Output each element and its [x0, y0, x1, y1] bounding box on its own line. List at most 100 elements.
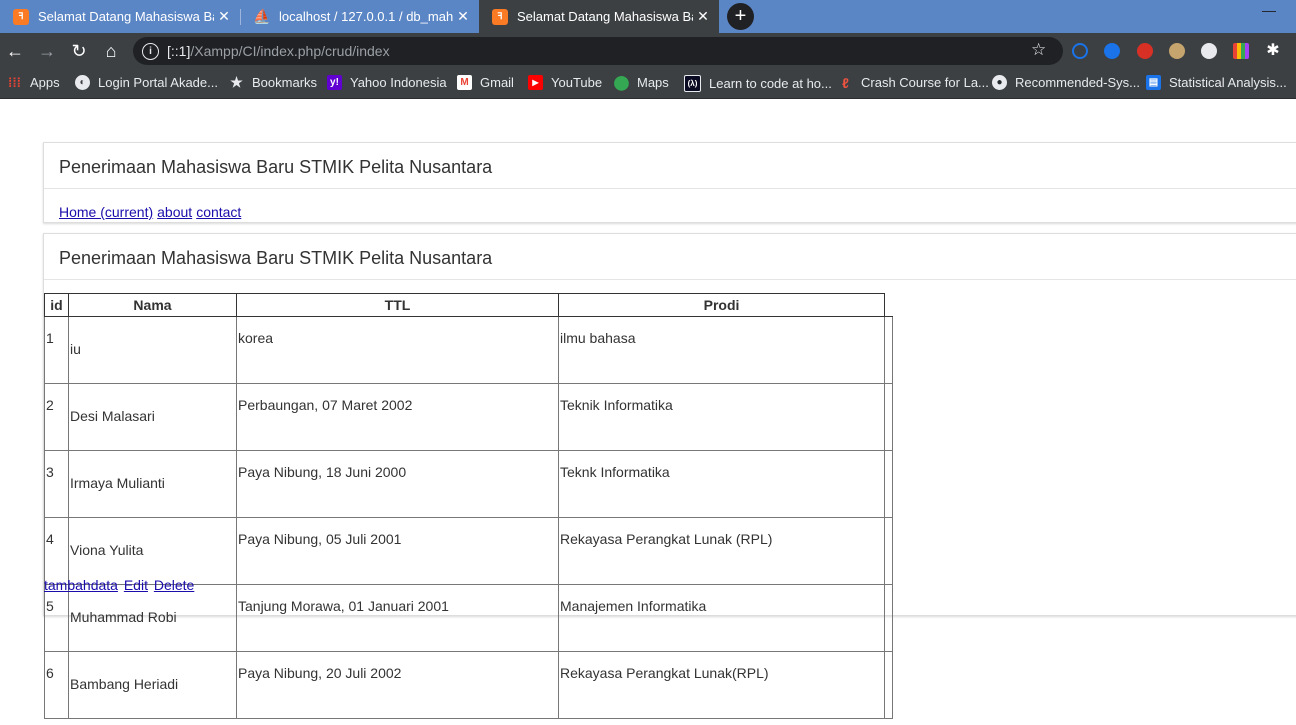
bookmark-apps[interactable]: ⁞⁞⁞ Apps	[7, 75, 60, 90]
nav-link-contact[interactable]: contact	[196, 204, 241, 220]
cell-id: 1	[44, 316, 69, 384]
browser-tab-active[interactable]: ꟻ Selamat Datang Mahasiswa Baru ✕	[479, 0, 719, 33]
table-actions: tambahdata Edit Delete	[44, 577, 196, 593]
table-row: 5 Muhammad Robi Tanjung Morawa, 01 Janua…	[44, 584, 893, 652]
extension-icon[interactable]	[1072, 43, 1088, 59]
url-path: /Xampp/CI/index.php/crud/index	[190, 43, 390, 59]
extension-icon[interactable]	[1201, 43, 1217, 59]
column-header-nama: Nama	[68, 293, 237, 317]
table-row: 1 iu korea ilmu bahasa	[44, 316, 893, 384]
student-table: id Nama TTL Prodi 1 iu korea ilmu bahasa…	[44, 293, 893, 719]
forward-arrow-icon[interactable]: →	[36, 40, 58, 62]
bookmark-star-icon[interactable]: ☆	[1031, 40, 1046, 60]
address-bar[interactable]: i [::1]/Xampp/CI/index.php/crud/index ☆	[133, 37, 1063, 65]
cell-nama: Irmaya Mulianti	[68, 450, 237, 518]
url-text[interactable]: [::1]/Xampp/CI/index.php/crud/index	[167, 43, 390, 59]
new-tab-button[interactable]: +	[727, 3, 754, 30]
close-icon[interactable]: ✕	[453, 8, 473, 25]
nav-menu: Home (current) about contact	[59, 204, 245, 220]
xampp-icon: ꟻ	[13, 8, 29, 25]
cell-nama: Muhammad Robi	[68, 584, 237, 652]
bookmark-label: Yahoo Indonesia	[350, 75, 447, 90]
cell-nama: Viona Yulita	[68, 517, 237, 585]
nav-link-home[interactable]: Home (current)	[59, 204, 153, 220]
bookmark-label: Login Portal Akade...	[98, 75, 218, 90]
bookmark-github[interactable]: ● Recommended-Sys...	[992, 75, 1140, 90]
cell-ttl: Paya Nibung, 05 Juli 2001	[236, 517, 559, 585]
bookmark-maps[interactable]: ⬤ Maps	[613, 74, 669, 90]
bookmark-yahoo[interactable]: y! Yahoo Indonesia	[327, 75, 447, 90]
tab-title: Selamat Datang Mahasiswa Baru	[38, 9, 214, 24]
bookmark-gmail[interactable]: M Gmail	[457, 75, 514, 90]
table-row: 3 Irmaya Mulianti Paya Nibung, 18 Juni 2…	[44, 450, 893, 518]
bookmark-portal[interactable]: ◐ Login Portal Akade...	[75, 75, 218, 90]
cell-extra	[884, 651, 893, 719]
puzzle-extensions-icon[interactable]: ✱	[1262, 40, 1284, 62]
maps-icon: ⬤	[613, 74, 630, 90]
cell-extra	[884, 383, 893, 451]
header-panel: Penerimaan Mahasiswa Baru STMIK Pelita N…	[43, 142, 1296, 223]
yahoo-icon: y!	[327, 75, 342, 90]
bookmark-laravel[interactable]: ℓ Crash Course for La...	[838, 75, 989, 91]
cell-extra	[884, 584, 893, 652]
freecodecamp-icon: (λ)	[684, 75, 701, 92]
reload-icon[interactable]: ↻	[68, 40, 90, 62]
cell-prodi: Rekayasa Perangkat Lunak (RPL)	[558, 517, 885, 585]
cell-prodi: Teknk Informatika	[558, 450, 885, 518]
bookmark-label: Bookmarks	[252, 75, 318, 90]
cell-id: 4	[44, 517, 69, 585]
back-arrow-icon[interactable]: ←	[4, 40, 26, 62]
column-header-id: id	[44, 293, 69, 317]
cell-extra	[884, 517, 893, 585]
document-icon: ▤	[1146, 75, 1161, 90]
apps-grid-icon: ⁞⁞⁞	[8, 75, 21, 90]
portal-icon: ◐	[75, 75, 90, 90]
cell-nama: Bambang Heriadi	[68, 651, 237, 719]
cell-id: 6	[44, 651, 69, 719]
tab-title: localhost / 127.0.0.1 / db_mahasiswa	[279, 9, 453, 24]
site-info-icon[interactable]: i	[142, 43, 159, 60]
close-icon[interactable]: ✕	[693, 8, 713, 25]
bookmark-label: Apps	[30, 75, 60, 90]
cell-prodi: ilmu bahasa	[558, 316, 885, 384]
bookmark-youtube[interactable]: ▶ YouTube	[528, 75, 602, 90]
cell-prodi: Rekayasa Perangkat Lunak(RPL)	[558, 651, 885, 719]
bookmark-label: Gmail	[480, 75, 514, 90]
table-row: 6 Bambang Heriadi Paya Nibung, 20 Juli 2…	[44, 651, 893, 719]
page-title: Penerimaan Mahasiswa Baru STMIK Pelita N…	[59, 248, 493, 268]
browser-tab[interactable]: ꟻ Selamat Datang Mahasiswa Baru ✕	[0, 0, 240, 33]
browser-tab[interactable]: ⛵ localhost / 127.0.0.1 / db_mahasiswa ✕	[241, 0, 479, 33]
extension-icon[interactable]	[1233, 43, 1249, 59]
extension-icon[interactable]	[1169, 43, 1185, 59]
youtube-icon: ▶	[528, 75, 543, 90]
bookmark-label: YouTube	[551, 75, 603, 90]
table-row: 4 Viona Yulita Paya Nibung, 05 Juli 2001…	[44, 517, 893, 585]
home-icon[interactable]: ⌂	[100, 40, 122, 62]
gmail-icon: M	[457, 75, 472, 90]
divider	[44, 188, 1296, 189]
bookmark-folder[interactable]: ★ Bookmarks	[229, 74, 318, 90]
bookmark-label: Maps	[637, 75, 669, 90]
nav-link-about[interactable]: about	[157, 204, 192, 220]
url-host: [::1]	[167, 43, 191, 59]
bookmark-label: Statistical Analysis...	[1169, 75, 1287, 90]
delete-link[interactable]: Delete	[154, 577, 194, 593]
cell-extra	[884, 316, 893, 384]
add-data-link[interactable]: tambahdata	[44, 577, 118, 593]
browser-toolbar: ← → ↻ ⌂ i [::1]/Xampp/CI/index.php/crud/…	[0, 33, 1296, 69]
phpmyadmin-icon: ⛵	[253, 8, 271, 24]
column-header-ttl: TTL	[236, 293, 559, 317]
cell-ttl: Tanjung Morawa, 01 Januari 2001	[236, 584, 559, 652]
close-icon[interactable]: ✕	[214, 8, 234, 25]
extension-icon[interactable]	[1104, 43, 1120, 59]
minimize-window-icon[interactable]: —	[1262, 2, 1276, 18]
table-header-row: id Nama TTL Prodi	[44, 293, 892, 317]
cell-prodi: Teknik Informatika	[558, 383, 885, 451]
bookmark-statistical[interactable]: ▤ Statistical Analysis...	[1146, 75, 1287, 90]
edit-link[interactable]: Edit	[124, 577, 148, 593]
bookmark-freecodecamp[interactable]: (λ) Learn to code at ho...	[684, 75, 832, 92]
extension-icon[interactable]	[1137, 43, 1153, 59]
bookmark-label: Crash Course for La...	[861, 75, 989, 90]
tab-title: Selamat Datang Mahasiswa Baru	[517, 9, 693, 24]
cell-extra	[884, 450, 893, 518]
